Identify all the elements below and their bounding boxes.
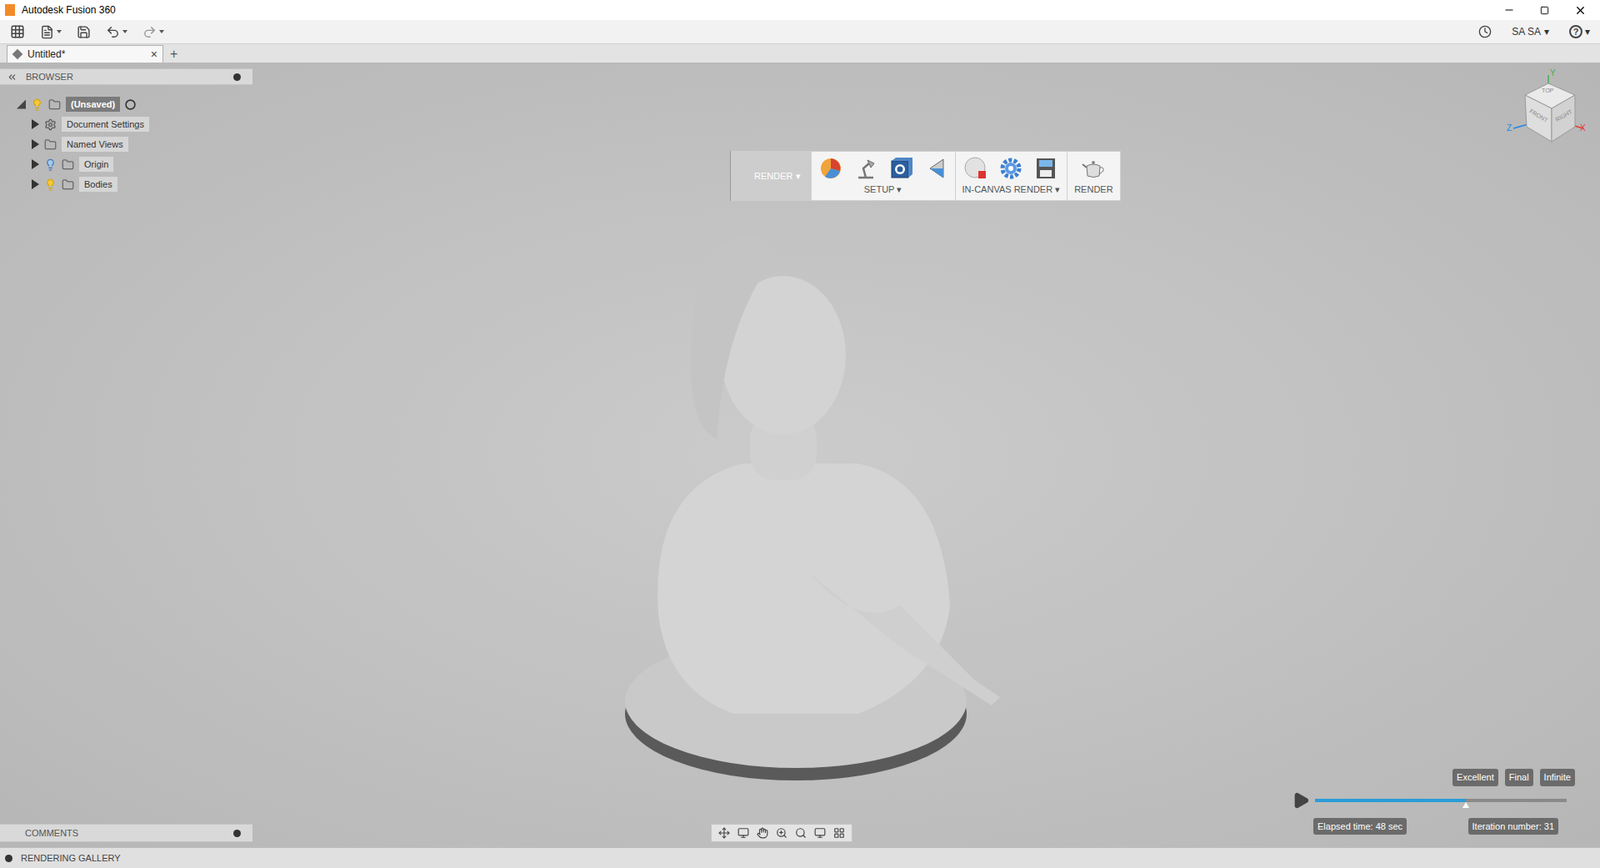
folder-icon [48, 98, 61, 111]
folder-icon [61, 178, 75, 191]
close-tab-button[interactable]: × [150, 48, 158, 60]
quality-mark[interactable]: Final [1505, 768, 1534, 786]
render-progress: Excellent Final Infinite Elapsed time: 48 s… [1291, 768, 1575, 835]
data-panel-icon[interactable] [10, 24, 25, 40]
collapsed-icon[interactable] [31, 159, 40, 170]
window-controls [1503, 4, 1595, 17]
visibility-bulb-icon[interactable] [44, 178, 57, 191]
browser-header[interactable]: BROWSER [0, 68, 253, 85]
orbit-icon[interactable] [718, 826, 730, 839]
visibility-bulb-icon[interactable] [30, 98, 44, 111]
viewcube[interactable]: TOPFRONTRIGHTXYZ [1508, 70, 1589, 154]
toolbar-group-label[interactable]: SETUP ▾ [864, 182, 903, 197]
pan-icon[interactable] [756, 826, 769, 839]
settings-icon[interactable] [998, 155, 1024, 181]
zoom-icon[interactable] [775, 826, 788, 839]
expanded-icon[interactable] [16, 100, 26, 110]
job-status-icon[interactable] [1478, 25, 1492, 39]
quality-mark[interactable]: Infinite [1540, 768, 1575, 786]
browser-item[interactable]: Origin [0, 154, 253, 175]
activate-icon[interactable] [125, 99, 136, 110]
browser-panel: BROWSER (Unsaved) Document Settings Named V… [0, 68, 253, 195]
toolbar-group: RENDER [1066, 151, 1120, 200]
collapsed-icon[interactable] [31, 119, 40, 130]
grid-settings-icon[interactable] [833, 826, 845, 839]
document-tabs: Untitled*×+ [0, 44, 1600, 64]
quality-mark[interactable]: Excellent [1452, 768, 1499, 786]
pin-icon[interactable] [233, 73, 241, 81]
look-at-icon[interactable] [737, 826, 750, 839]
collapsed-icon[interactable] [31, 179, 40, 190]
add-comment-icon[interactable] [233, 829, 241, 837]
browser-item[interactable]: Named Views [0, 134, 253, 155]
file-icon[interactable] [40, 25, 55, 40]
lamp-icon[interactable] [853, 155, 879, 181]
caret-icon [56, 30, 62, 34]
record-icon[interactable] [963, 155, 989, 181]
appearance-icon[interactable] [818, 155, 844, 181]
gear-icon [44, 118, 57, 131]
viewport[interactable]: BROWSER (Unsaved) Document Settings Named V… [0, 63, 1600, 847]
display-settings-icon[interactable] [814, 826, 826, 839]
document-icon [12, 49, 24, 60]
redo-icon[interactable] [142, 25, 157, 40]
save-icon[interactable] [76, 25, 91, 40]
capture-icon[interactable] [1033, 155, 1059, 181]
browser-item-label[interactable]: (Unsaved) [65, 96, 120, 112]
folder-icon [44, 138, 57, 151]
caret-icon [122, 30, 128, 34]
viewcube-icon[interactable] [1508, 70, 1589, 154]
iteration-number: Iteration number: 31 [1468, 817, 1559, 835]
browser-item-label[interactable]: Bodies [79, 176, 118, 192]
browser-item[interactable]: Bodies [0, 174, 253, 195]
browser-item-label[interactable]: Named Views [61, 136, 129, 152]
folder-icon [61, 158, 75, 171]
expand-gallery-icon[interactable] [5, 854, 13, 862]
rendered-model[interactable] [583, 213, 1034, 789]
document-tab[interactable]: Untitled*× [6, 45, 164, 63]
browser-item-label[interactable]: Document Settings [61, 116, 150, 132]
rendering-gallery-bar[interactable]: RENDERING GALLERY [0, 846, 1600, 868]
browser-item-label[interactable]: Origin [79, 156, 114, 172]
window-title: Autodesk Fusion 360 [21, 2, 1504, 18]
texture-icon[interactable] [923, 155, 949, 181]
collapse-panel-icon[interactable] [6, 71, 18, 83]
toolbar-group: IN-CANVAS RENDER ▾ [955, 151, 1068, 200]
progress-fill [1315, 798, 1466, 802]
navigation-bar [710, 823, 853, 842]
comments-panel[interactable]: COMMENTS [0, 823, 253, 842]
teapot-icon[interactable] [1080, 155, 1106, 181]
visibility-bulb-icon[interactable] [44, 158, 57, 171]
minimize-icon[interactable] [1503, 4, 1515, 16]
fit-icon[interactable] [795, 826, 807, 839]
browser-item[interactable]: Document Settings [0, 114, 253, 135]
render-toolbar: RENDER ▾ SETUP ▾ IN-CANVAS RENDER ▾ RENDER [730, 150, 1121, 201]
collapsed-icon[interactable] [31, 139, 40, 150]
progress-marker[interactable] [1462, 801, 1470, 808]
toolbar-group: SETUP ▾ [811, 151, 955, 200]
play-icon[interactable] [1291, 790, 1310, 810]
title-bar: Autodesk Fusion 360 [0, 0, 1600, 20]
quick-toolbar: SA SA▾ ?▾ [0, 20, 1600, 45]
toolbar-group-label[interactable]: RENDER [1074, 182, 1113, 197]
elapsed-time: Elapsed time: 48 sec [1313, 817, 1407, 835]
toolbar-group-label[interactable]: IN-CANVAS RENDER ▾ [962, 182, 1061, 197]
undo-icon[interactable] [105, 25, 120, 40]
decal-icon[interactable] [888, 155, 914, 181]
workspace-switcher[interactable]: RENDER ▾ [740, 169, 801, 184]
close-icon[interactable] [1574, 4, 1587, 17]
restore-icon[interactable] [1540, 5, 1550, 15]
app-window: Autodesk Fusion 360 SA SA▾ ?▾ Untitled*×+ BR… [0, 0, 1600, 868]
help-menu[interactable]: ?▾ [1569, 24, 1590, 40]
app-logo-icon [5, 4, 15, 16]
progress-track[interactable] [1315, 798, 1567, 802]
new-tab-button[interactable]: + [163, 45, 185, 63]
user-menu[interactable]: SA SA▾ [1511, 24, 1550, 40]
caret-icon [159, 30, 165, 34]
browser-item[interactable]: (Unsaved) [0, 94, 253, 115]
